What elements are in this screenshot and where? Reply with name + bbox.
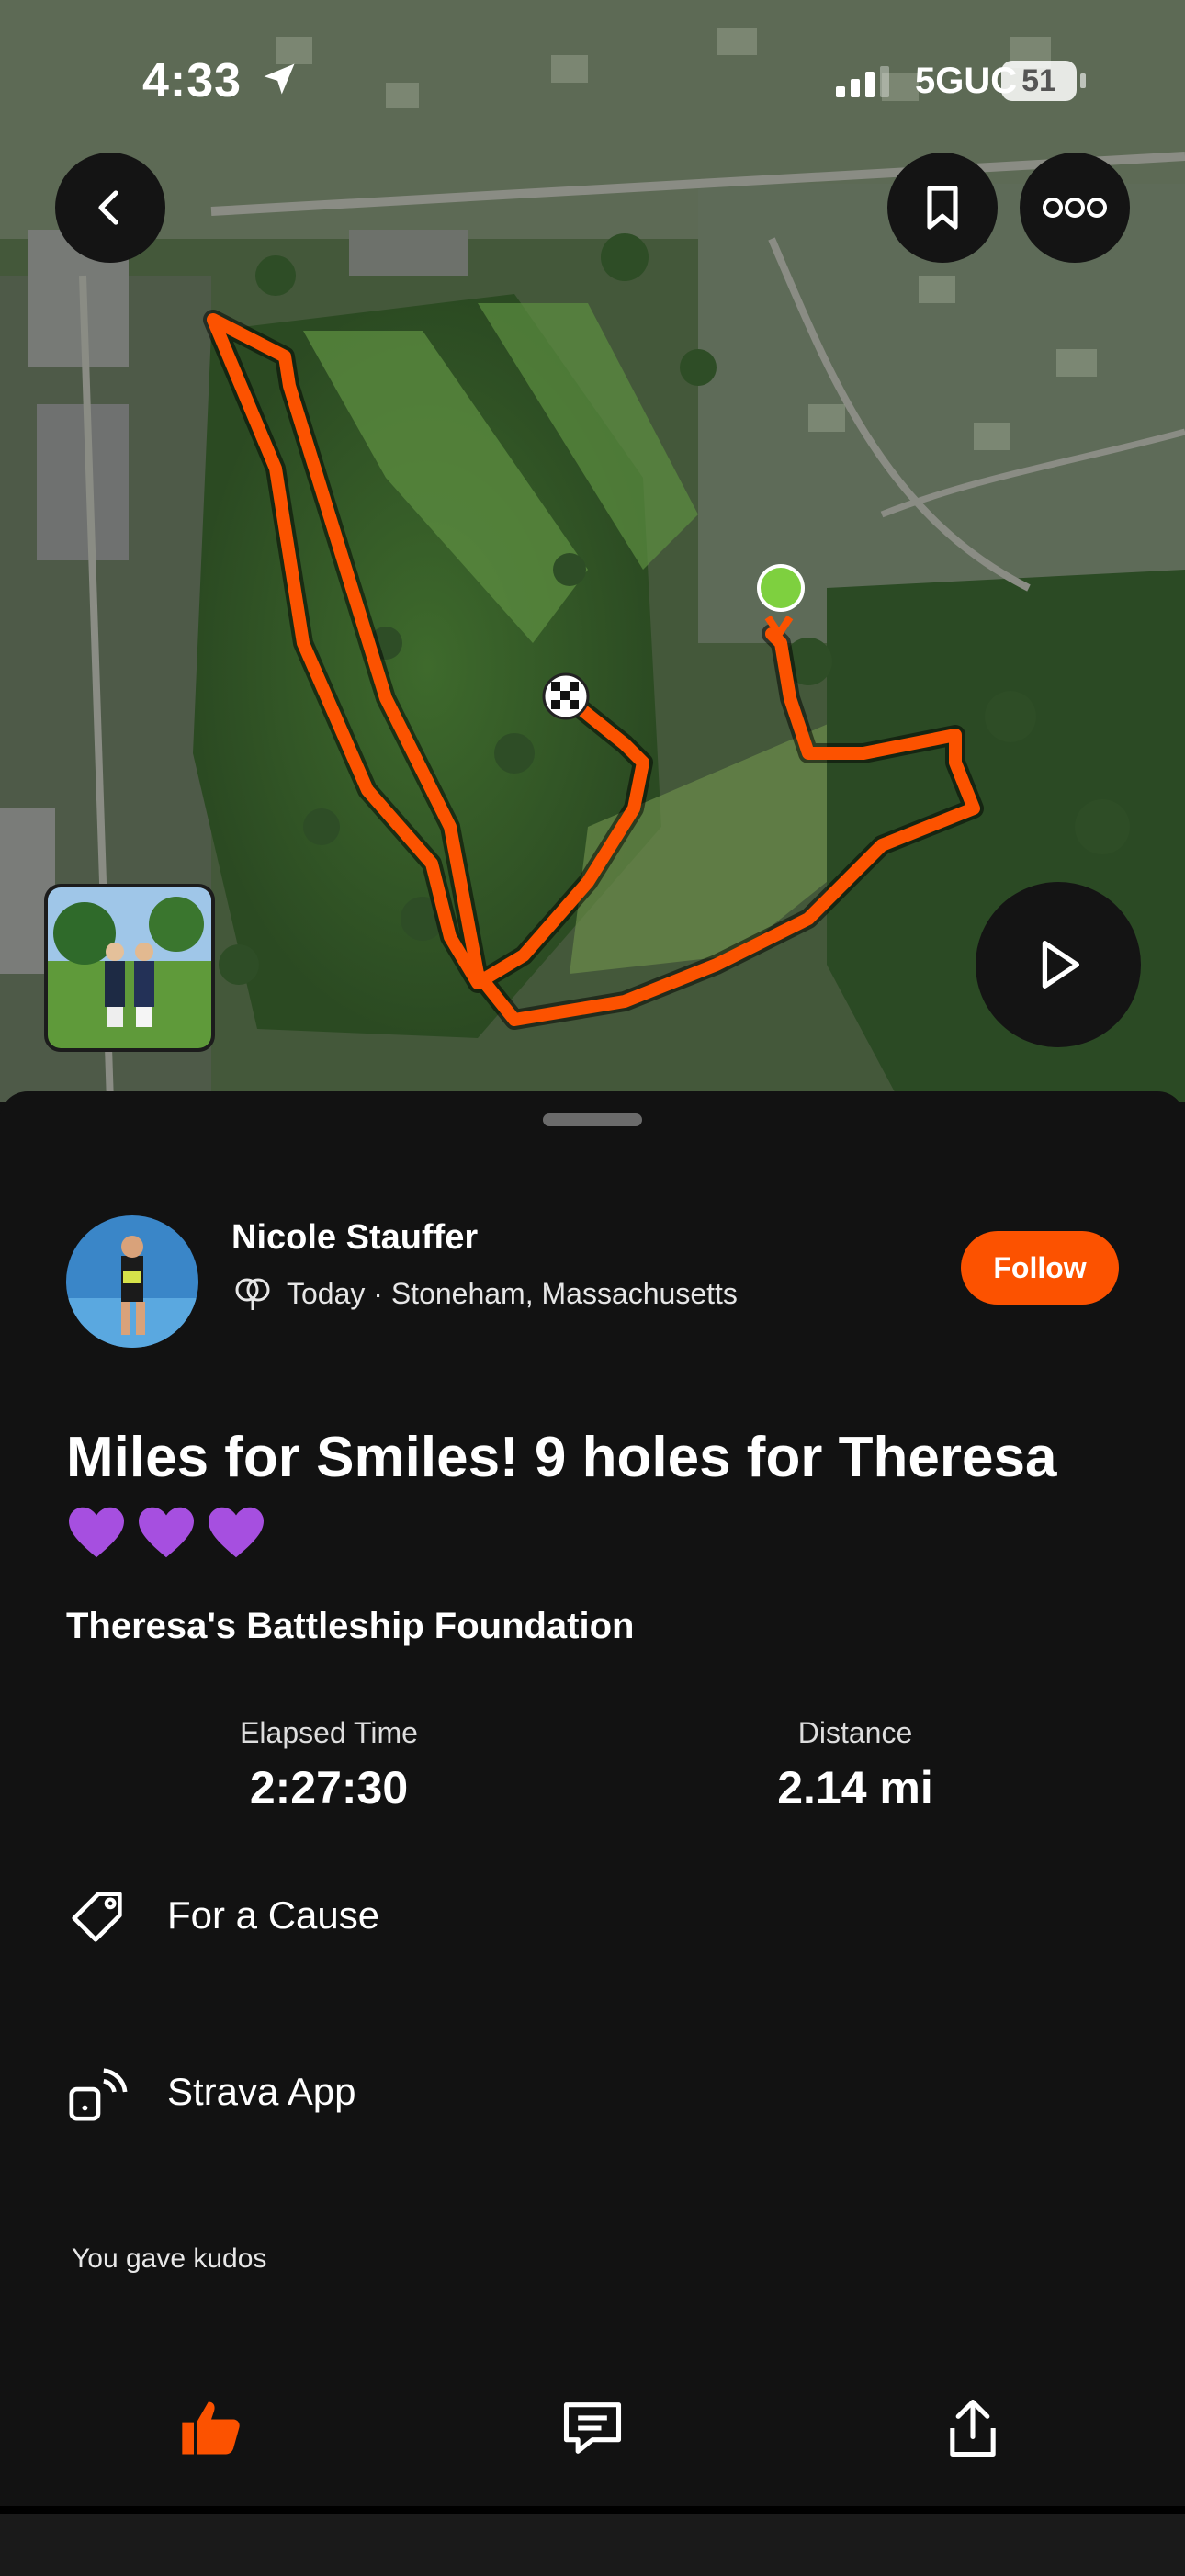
device-signal-icon [69,2068,128,2121]
club-name[interactable]: Theresa's Battleship Foundation [66,1606,634,1647]
purple-heart-emojis [66,1505,1123,1560]
activity-title: Miles for Smiles! 9 holes for Theresa [66,1418,1123,1560]
share-button[interactable] [922,2378,1023,2479]
tag-row-device[interactable]: Strava App [66,2060,356,2124]
stat-distance: Distance 2.14 mi [662,1716,1048,1814]
more-horizontal-icon [1043,198,1107,218]
stat-value: 2:27:30 [249,1762,409,1813]
tag-label: Strava App [167,2070,356,2113]
tag-icon [72,1892,122,1942]
stat-label: Distance [797,1716,913,1749]
purple-heart-icon [209,1507,264,1558]
kudos-button[interactable] [161,2378,262,2479]
activity-title-text: Miles for Smiles! 9 holes for Theresa [66,1426,1057,1489]
bookmark-button[interactable] [887,153,998,263]
sheet-drag-handle[interactable] [543,1113,642,1126]
purple-heart-icon [139,1507,194,1558]
bottom-strip [0,2506,1185,2576]
tag-row-cause[interactable]: For a Cause [66,1883,379,1948]
kudos-status[interactable]: You gave kudos [72,2243,266,2275]
golf-activity-icon [235,1278,270,1310]
cellular-signal-icon [836,66,889,97]
more-options-button[interactable] [1020,153,1130,263]
battery-tip [1080,73,1086,88]
follow-button[interactable]: Follow [961,1231,1119,1305]
comment-icon [563,2402,622,2454]
action-bar [0,2378,1185,2488]
status-bar: 4:33 5GUC 51 [0,53,1185,108]
finish-marker [542,672,590,720]
back-button[interactable] [55,153,165,263]
avatar[interactable] [66,1215,198,1348]
share-icon [950,2399,996,2457]
purple-heart-icon [69,1507,124,1558]
battery-icon: 51 [1001,61,1077,101]
stat-value: 2.14 mi [777,1762,933,1813]
battery-level: 51 [1021,62,1056,98]
activity-meta: Today · Stoneham, Massachusetts [231,1275,738,1312]
chevron-left-icon [98,190,118,225]
activity-details-sheet: Nicole Stauffer Today · Stoneham, Massac… [0,1091,1185,2506]
start-marker [757,564,805,612]
stat-label: Elapsed Time [240,1716,418,1749]
play-flyover-button[interactable] [976,882,1141,1047]
stat-elapsed-time: Elapsed Time 2:27:30 [136,1716,522,1814]
thumbs-up-icon [182,2401,240,2455]
tag-label: For a Cause [167,1893,380,1937]
bookmark-icon [927,186,958,230]
activity-photo-thumbnail[interactable] [44,884,215,1052]
location-arrow-icon [259,59,299,104]
athlete-name[interactable]: Nicole Stauffer [231,1218,478,1258]
activity-date-location: Today · Stoneham, Massachusetts [287,1276,738,1310]
status-time: 4:33 [142,54,243,107]
play-icon [1042,941,1080,989]
comment-button[interactable] [542,2378,643,2479]
